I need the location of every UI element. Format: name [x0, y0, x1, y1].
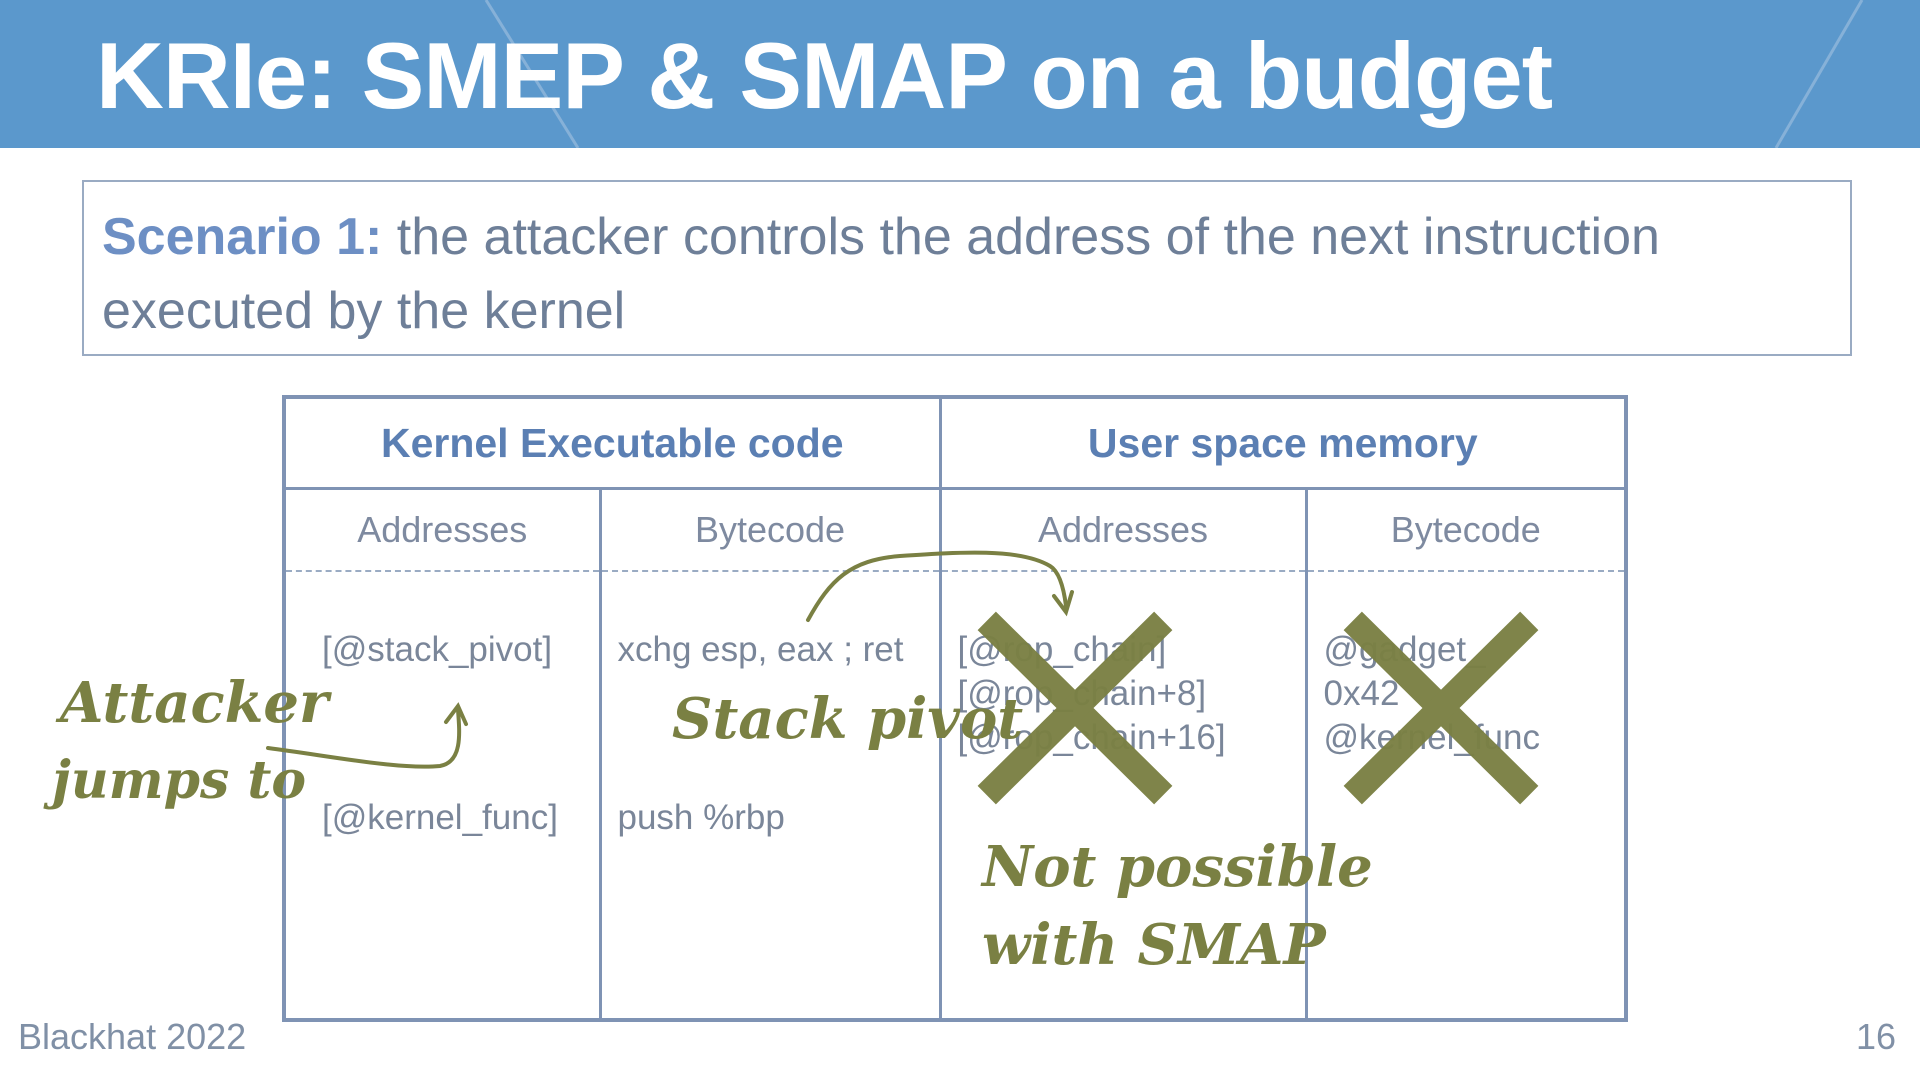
- attacker-annotation-line1: Attacker: [60, 670, 329, 736]
- smap-annotation-line2: with SMAP: [982, 912, 1326, 978]
- page-number: 16: [1855, 1016, 1896, 1057]
- slide: KRIe: SMEP & SMAP on a budget Scenario 1…: [0, 0, 1920, 1080]
- stack-pivot-annotation: Stack pivot: [672, 686, 1024, 752]
- attacker-annotation-line2: jumps to: [52, 750, 307, 811]
- smap-annotation-line1: Not possible: [982, 834, 1373, 900]
- footer-event: Blackhat 2022: [18, 1016, 247, 1057]
- annotation-overlay: [266, 550, 1539, 805]
- stack-pivot-arrow-icon: [806, 550, 1068, 622]
